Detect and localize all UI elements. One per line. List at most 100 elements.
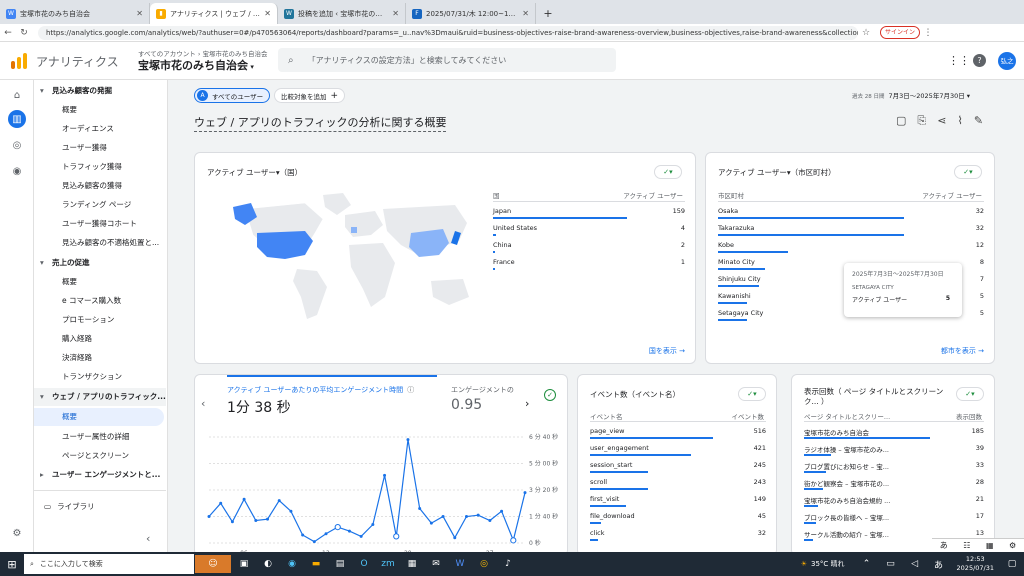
col-event-count[interactable]: イベント数 (732, 411, 765, 421)
data-point[interactable] (510, 537, 517, 544)
card-title[interactable]: アクティブ ユーザー▾（国） (207, 167, 302, 178)
compare-toggle[interactable]: ✓▾ (954, 165, 982, 179)
nav-section-1[interactable]: ▾ 売上の促進 (34, 254, 166, 272)
data-point[interactable] (500, 509, 504, 513)
help-circle-icon[interactable]: ⓘ (407, 386, 414, 394)
ime-indicator[interactable]: あ (928, 555, 950, 573)
compare-toggle[interactable]: ✓▾ (956, 387, 984, 401)
tab-3[interactable]: F 2025/07/31/木 12:00~13:00 ✕ (406, 3, 536, 24)
data-point[interactable] (324, 532, 328, 536)
table-row[interactable]: ブロック長の皆様へ – 宝塚... 17 (804, 510, 984, 526)
insights-icon[interactable]: ⌇ (957, 114, 962, 128)
volume-icon[interactable]: ◁ (904, 555, 926, 573)
table-row[interactable]: Japan 159 (493, 205, 685, 221)
data-point[interactable] (289, 509, 293, 513)
view-cities-link[interactable]: 都市を表示 → (941, 346, 984, 356)
nav-item[interactable]: 概要 (34, 273, 166, 291)
data-point[interactable] (523, 491, 527, 495)
calculator-icon[interactable]: ▦ (401, 555, 423, 573)
star-icon[interactable]: ☆ (858, 28, 874, 38)
table-row[interactable]: Kobe 12 (718, 239, 984, 255)
data-point[interactable] (453, 536, 457, 540)
nav-item[interactable]: 決済経路 (34, 349, 166, 367)
nav-item[interactable]: ユーザー獲得 (34, 139, 166, 157)
library-link[interactable]: ▭ ライブラリ (34, 498, 166, 516)
data-point[interactable] (393, 533, 400, 540)
nav-item[interactable]: ページとスクリーン (34, 447, 166, 465)
close-tab-icon[interactable]: ✕ (264, 9, 271, 18)
ime-dictionary-icon[interactable]: ☷ (963, 541, 970, 550)
table-row[interactable]: page_view 516 (590, 425, 766, 441)
table-row[interactable]: scroll 243 (590, 476, 766, 492)
ime-mode-hiragana[interactable]: あ (940, 540, 948, 551)
col-page-title[interactable]: ページ タイトルとスクリー... (804, 411, 890, 421)
data-point[interactable] (242, 497, 246, 501)
card-title[interactable]: アクティブ ユーザー▾（市区町村） (718, 167, 836, 178)
reports-icon[interactable]: ▥ (8, 110, 26, 128)
col-active-users[interactable]: アクティブ ユーザー (922, 190, 982, 200)
menu-dots-icon[interactable]: ⋮ (920, 28, 936, 38)
tab-2[interactable]: W投稿を追加 ‹ 宝塚市花のみち自治会✕ (278, 3, 406, 24)
data-point[interactable] (418, 507, 422, 511)
nav-item[interactable]: 購入経路 (34, 330, 166, 348)
segment-chip[interactable]: A すべてのユーザー (194, 88, 271, 103)
nav-item[interactable]: 見込み顧客の不適格処置と... (34, 234, 166, 252)
compare-toggle[interactable]: ✓▾ (738, 387, 766, 401)
data-point[interactable] (254, 518, 258, 522)
data-point[interactable] (464, 515, 468, 518)
col-city[interactable]: 市区町村 (718, 190, 744, 200)
windows-start-icon[interactable]: ⊞ (1, 555, 23, 573)
nav-item[interactable]: e コマース購入数 (34, 292, 166, 310)
back-icon[interactable]: ← (0, 28, 16, 38)
url-field[interactable]: https://analytics.google.com/analytics/w… (38, 25, 858, 40)
data-point[interactable] (301, 533, 305, 537)
taskbar-app-icon[interactable]: ☺ (195, 555, 231, 573)
table-row[interactable]: click 32 (590, 527, 766, 543)
word-icon[interactable]: W (449, 555, 471, 573)
nav-item[interactable]: トランザクション (34, 368, 166, 386)
weather-widget[interactable]: ☀ 35°C 晴れ (801, 559, 845, 569)
metric2-label[interactable]: エンゲージメントの (451, 385, 521, 395)
settings-gear-icon[interactable]: ⚙ (8, 524, 26, 542)
collapse-nav-icon[interactable]: ‹ (146, 532, 150, 545)
data-point[interactable] (266, 517, 270, 521)
nav-section-2[interactable]: ▾ ウェブ / アプリのトラフィック... (34, 388, 166, 406)
close-tab-icon[interactable]: ✕ (136, 9, 143, 18)
tab-1[interactable]: ▮アナリティクス | ウェブ / アプリのトラフィック✕ (150, 3, 278, 24)
view-countries-link[interactable]: 国を表示 → (649, 346, 685, 356)
col-views[interactable]: 表示回数 (956, 411, 982, 421)
nav-item[interactable]: 概要 (34, 101, 166, 119)
table-row[interactable]: file_download 45 (590, 510, 766, 526)
metric-tab-selected[interactable] (227, 375, 437, 377)
home-icon[interactable]: ⌂ (8, 86, 26, 104)
col-event-name[interactable]: イベント名 (590, 411, 623, 421)
table-row[interactable]: Takarazuka 32 (718, 222, 984, 238)
nav-item[interactable]: 見込み顧客の獲得 (34, 177, 166, 195)
data-point[interactable] (219, 501, 223, 505)
compare-toggle[interactable]: ✓▾ (654, 165, 682, 179)
mail-icon[interactable]: ✉ (425, 555, 447, 573)
edge-icon[interactable]: ◉ (281, 555, 303, 573)
table-row[interactable]: ラジオ体操 – 宝塚市花のみ... 39 (804, 442, 984, 458)
data-point[interactable] (429, 521, 433, 525)
close-tab-icon[interactable]: ✕ (392, 9, 399, 18)
chrome-icon[interactable]: ◎ (473, 555, 495, 573)
customize-icon[interactable]: ▢ (896, 114, 906, 128)
data-point[interactable] (230, 520, 234, 524)
check-icon[interactable]: ✓ (544, 389, 556, 401)
nav-item[interactable]: トラフィック獲得 (34, 158, 166, 176)
close-tab-icon[interactable]: ✕ (522, 9, 529, 18)
search-bar[interactable]: ⌕ 「アナリティクスの設定方法」と検索してみてください (278, 48, 616, 72)
table-row[interactable]: user_engagement 421 (590, 442, 766, 458)
nav-section-3[interactable]: ▸ ユーザー エンゲージメントと... (34, 466, 166, 484)
nav-item-overview-selected[interactable]: 概要 (34, 408, 164, 426)
photos-icon[interactable]: ◐ (257, 555, 279, 573)
music-icon[interactable]: ♪ (497, 555, 519, 573)
property-selector[interactable]: 宝塚市花のみち自治会 ▾ (138, 57, 254, 73)
nav-item[interactable]: ユーザー獲得コホート (34, 215, 166, 233)
tab-0[interactable]: W 宝塚市花のみち自治会 ✕ (0, 3, 150, 24)
col-active-users[interactable]: アクティブ ユーザー (623, 190, 683, 200)
search-input[interactable]: 「アナリティクスの設定方法」と検索してみてください (308, 55, 507, 66)
metric1-label[interactable]: アクティブ ユーザーあたりの平均エンゲージメント時間 ⓘ (227, 385, 414, 395)
data-point[interactable] (476, 513, 480, 517)
